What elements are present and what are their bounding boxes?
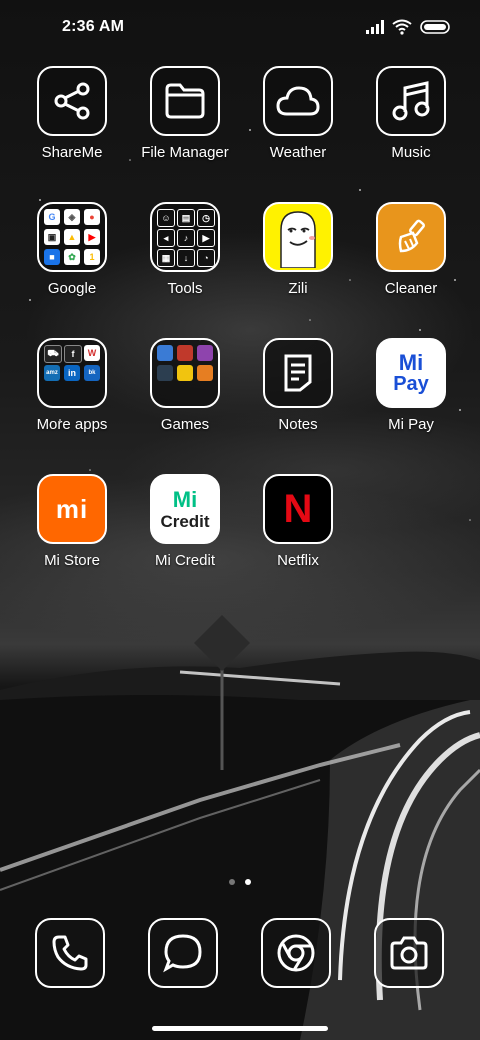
app-label: Weather <box>269 144 327 161</box>
mi-credit-logo-icon: Mi Credit <box>150 474 220 544</box>
clock: 2:36 AM <box>62 18 125 35</box>
app-label: More apps <box>36 416 108 433</box>
app-file-manager[interactable]: File Manager <box>135 66 235 161</box>
music-note-icon <box>392 81 430 121</box>
mi-pay-logo-icon: Mi Pay <box>376 338 446 408</box>
app-label: Zili <box>288 280 308 297</box>
dock-messages[interactable] <box>148 918 218 988</box>
camera-icon <box>390 936 428 970</box>
app-label: Mi Pay <box>388 416 434 433</box>
cloud-icon <box>276 86 320 116</box>
folder-tools-icon: ☺ ▤ ◷ ◂ ♪ ▶ ▦ ↓ ◔ <box>157 209 215 267</box>
app-label: Mi Credit <box>154 552 215 569</box>
folder-google-icon: G ◈ ● ▣ ▲ ▶ ■ ✿ 1 <box>44 209 100 265</box>
app-mi-pay[interactable]: Mi Pay Mi Pay <box>361 338 461 433</box>
message-icon <box>163 934 202 973</box>
app-weather[interactable]: Weather <box>248 66 348 161</box>
dock-browser[interactable] <box>261 918 331 988</box>
netflix-n-icon: N <box>283 486 313 531</box>
app-label: File Manager <box>141 144 229 161</box>
app-label: Cleaner <box>384 280 438 297</box>
folder-tools[interactable]: ☺ ▤ ◷ ◂ ♪ ▶ ▦ ↓ ◔ Tools <box>135 202 235 297</box>
app-label: Tools <box>167 280 203 297</box>
app-mi-credit[interactable]: Mi Credit Mi Credit <box>135 474 235 569</box>
note-icon <box>284 354 312 392</box>
folder-games-icon <box>157 345 213 401</box>
chrome-icon <box>277 934 315 972</box>
app-label: Games <box>160 416 210 433</box>
dock-phone[interactable] <box>35 918 105 988</box>
app-label: Google <box>47 280 97 297</box>
page-dot-active[interactable] <box>245 879 251 885</box>
mi-logo-icon: mi <box>55 493 89 524</box>
app-music[interactable]: Music <box>361 66 461 161</box>
app-shareme[interactable]: ShareMe <box>22 66 122 161</box>
folder-more-apps-icon: ⛟ f W amz in bk <box>44 345 100 401</box>
dock-camera[interactable] <box>374 918 444 988</box>
broom-icon <box>398 219 425 253</box>
app-label: ShareMe <box>41 144 103 161</box>
app-zili[interactable]: Zili <box>248 202 348 297</box>
battery-icon <box>420 20 450 34</box>
folder-more-apps[interactable]: ⛟ f W amz in bk More apps <box>22 338 122 433</box>
status-bar: 2:36 AM <box>0 0 480 56</box>
app-mi-store[interactable]: mi Mi Store <box>22 474 122 569</box>
page-dot[interactable] <box>229 879 235 885</box>
page-indicator <box>0 879 480 885</box>
wifi-icon <box>392 19 412 35</box>
share-icon <box>54 82 90 120</box>
folder-google[interactable]: G ◈ ● ▣ ▲ ▶ ■ ✿ 1 Google <box>22 202 122 297</box>
app-cleaner[interactable]: Cleaner <box>361 202 461 297</box>
app-netflix[interactable]: N Netflix <box>248 474 348 569</box>
app-label: Mi Store <box>44 552 100 569</box>
app-notes[interactable]: Notes <box>248 338 348 433</box>
zili-face-icon <box>280 211 316 268</box>
app-label: Netflix <box>277 552 319 569</box>
home-indicator[interactable] <box>152 1026 328 1031</box>
dock <box>0 918 480 994</box>
app-label: Notes <box>278 416 318 433</box>
app-label: Music <box>391 144 431 161</box>
phone-icon <box>52 935 88 971</box>
signal-icon <box>366 20 384 34</box>
folder-games[interactable]: Games <box>135 338 235 433</box>
folder-icon <box>165 83 205 119</box>
